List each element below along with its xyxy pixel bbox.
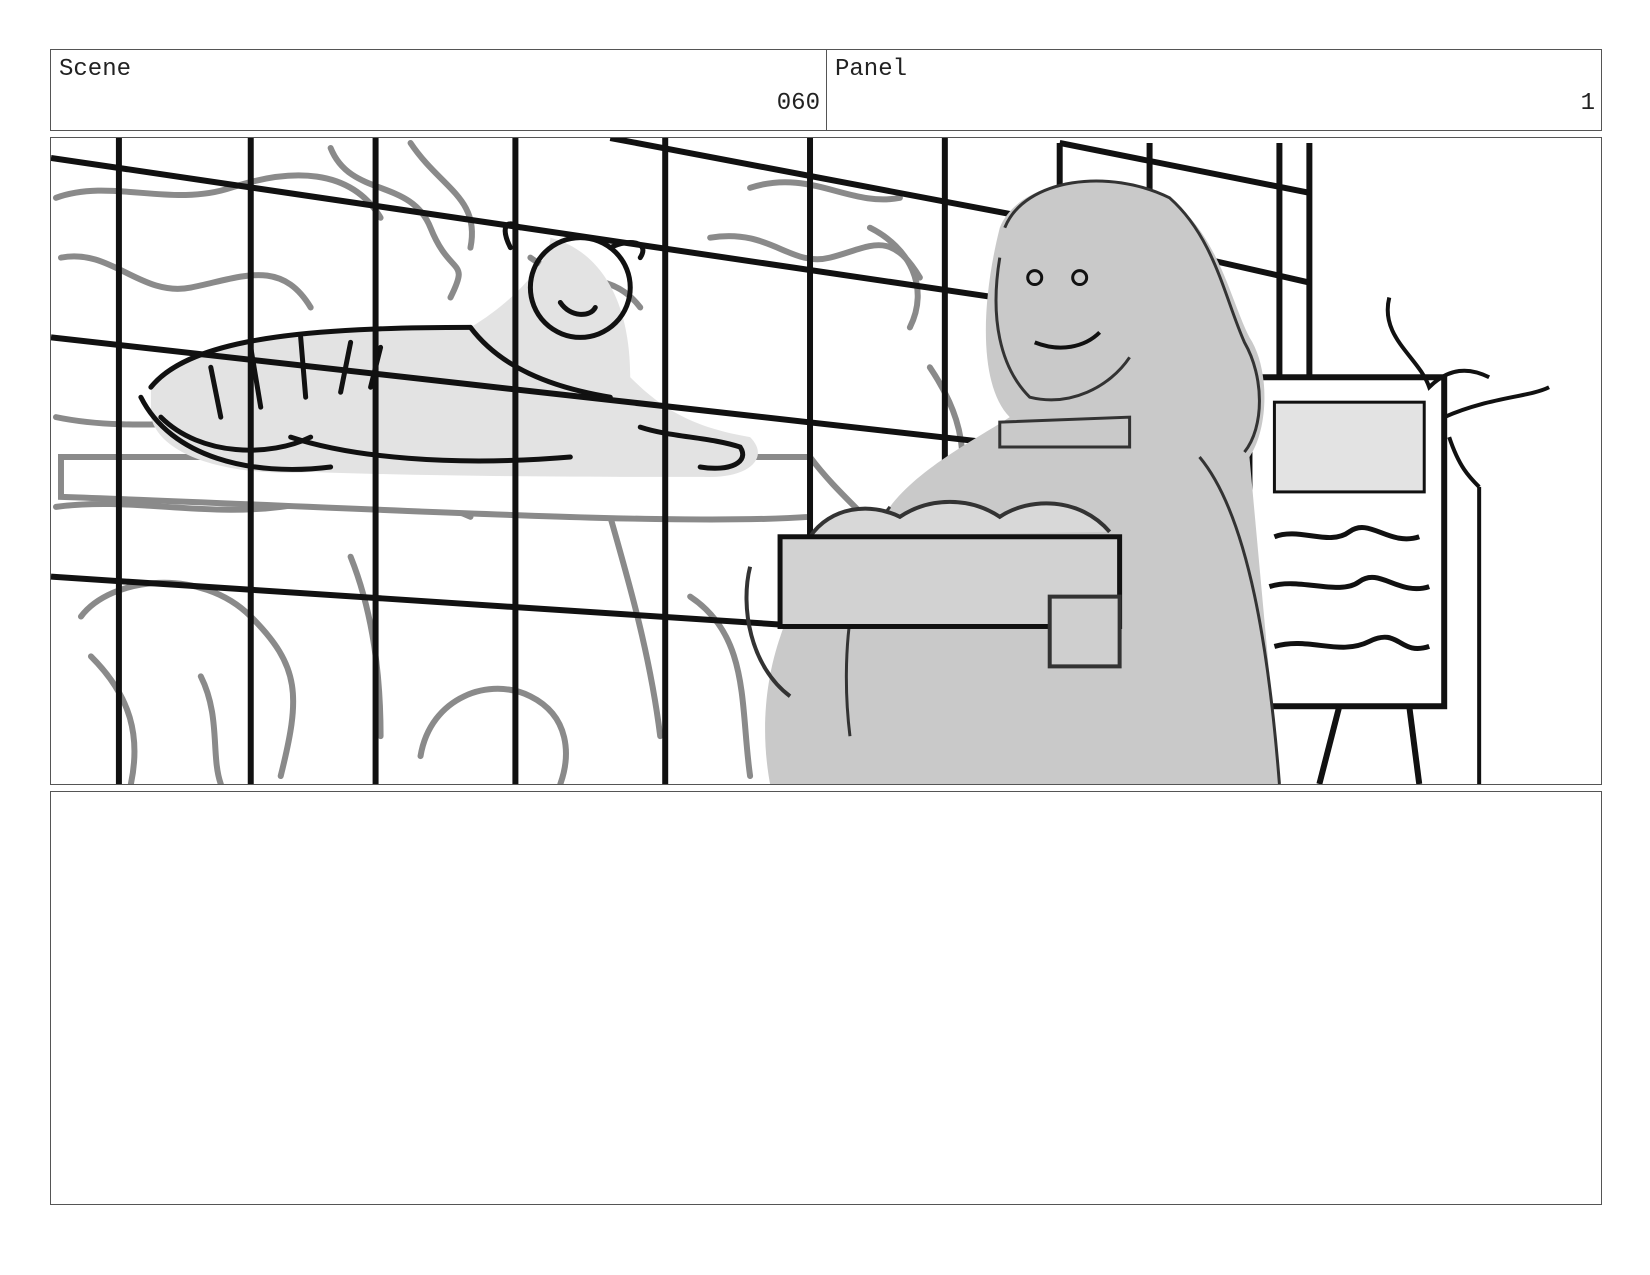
notes-panel (50, 791, 1602, 1205)
storyboard-header: Scene 060 Panel 1 (50, 49, 1602, 131)
scene-number: 060 (776, 90, 820, 117)
scene-cell: Scene 060 (51, 50, 827, 130)
zoo-signboard (1246, 374, 1448, 784)
storyboard-sketch (51, 138, 1550, 784)
storyboard-frame (50, 137, 1602, 785)
panel-number: 1 (1580, 90, 1595, 117)
zookeeper-figure (765, 179, 1281, 784)
panel-cell: Panel 1 (827, 50, 1601, 130)
scene-label: Scene (59, 56, 132, 83)
panel-label: Panel (835, 56, 908, 83)
